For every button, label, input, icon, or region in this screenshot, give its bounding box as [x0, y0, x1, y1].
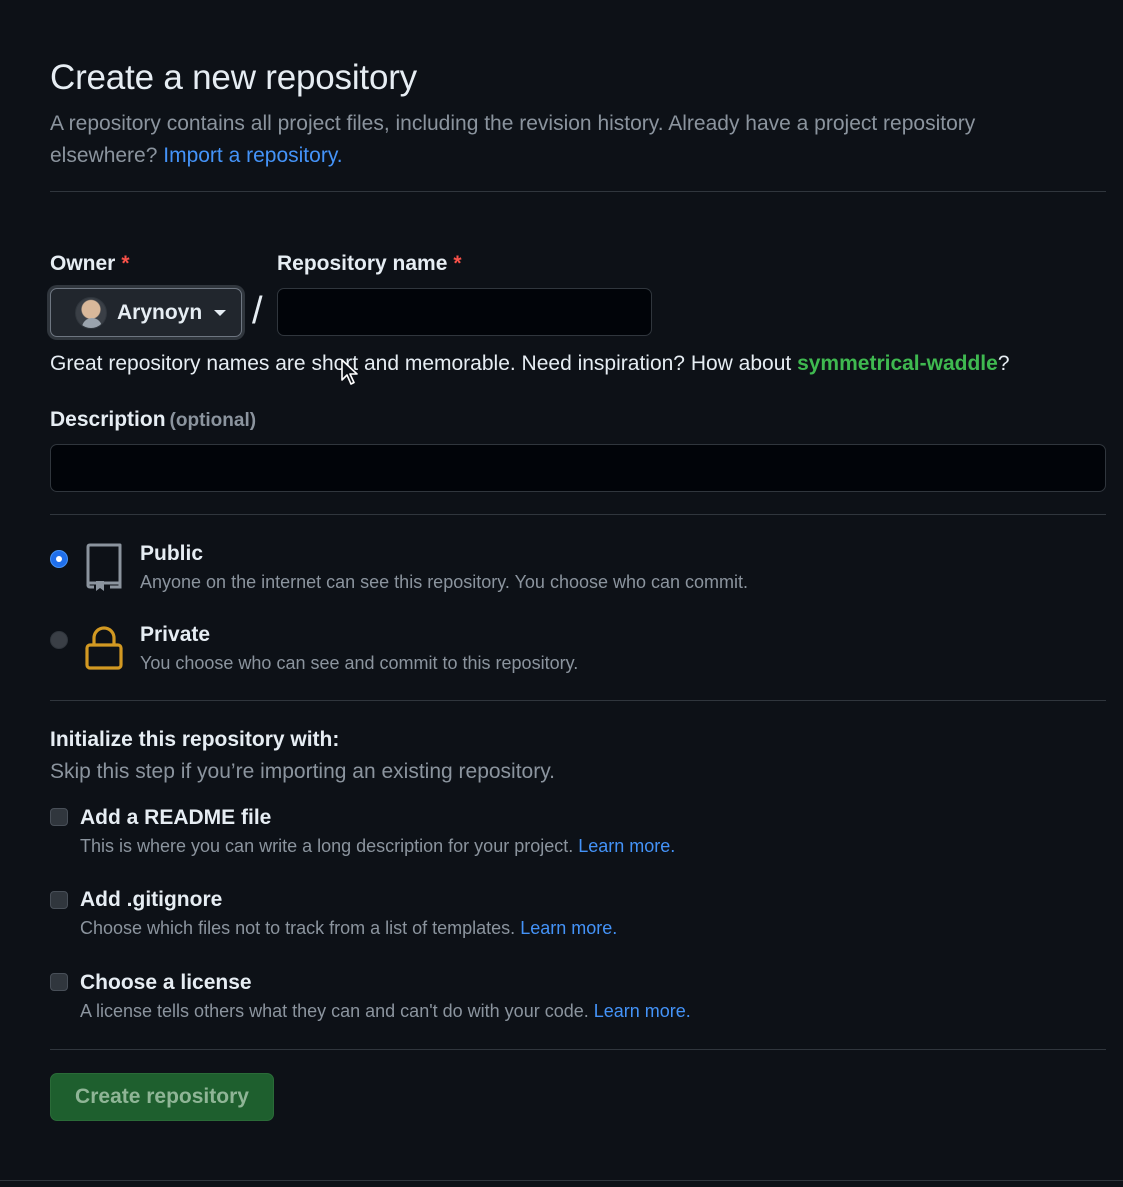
initialize-subtitle: Skip this step if you’re importing an ex… — [50, 760, 556, 783]
divider — [50, 700, 1106, 701]
repo-icon — [86, 543, 122, 591]
repository-name-help: Great repository names are short and mem… — [50, 352, 1010, 375]
visibility-private-title: Private — [140, 623, 211, 646]
page-intro: A repository contains all project files,… — [50, 108, 1060, 172]
visibility-private-description: You choose who can see and commit to thi… — [140, 653, 579, 673]
readme-checkbox[interactable] — [50, 808, 68, 826]
name-suggestion-link[interactable]: symmetrical-waddle — [797, 352, 998, 375]
create-repository-button[interactable]: Create repository — [50, 1073, 274, 1121]
visibility-public-description: Anyone on the internet can see this repo… — [140, 572, 749, 592]
owner-select-button[interactable]: Arynoyn — [50, 288, 242, 337]
mouse-cursor-icon — [341, 359, 358, 385]
required-mark: * — [453, 252, 462, 275]
caret-down-icon — [214, 309, 227, 316]
gitignore-learn-more-link[interactable]: Learn more. — [520, 918, 617, 938]
license-learn-more-link[interactable]: Learn more. — [594, 1001, 691, 1021]
page-bottom-border — [0, 1180, 1123, 1181]
description-label: Description (optional) — [50, 408, 257, 431]
license-description: A license tells others what they can and… — [80, 1001, 691, 1021]
import-repository-link[interactable]: Import a repository. — [163, 144, 342, 167]
required-mark: * — [121, 252, 130, 275]
optional-hint: (optional) — [169, 410, 257, 431]
gitignore-checkbox[interactable] — [50, 891, 68, 909]
page-title: Create a new repository — [50, 58, 417, 97]
visibility-public-radio[interactable] — [50, 550, 68, 568]
gitignore-title: Add .gitignore — [80, 888, 223, 911]
divider — [50, 1049, 1106, 1050]
avatar — [75, 296, 107, 329]
divider — [50, 514, 1106, 515]
owner-name: Arynoyn — [117, 300, 203, 324]
repository-name-input[interactable] — [277, 288, 652, 336]
page: Create a new repository A repository con… — [0, 0, 1123, 1187]
visibility-public-title: Public — [140, 542, 204, 565]
visibility-private-radio[interactable] — [50, 631, 68, 649]
readme-title: Add a README file — [80, 806, 272, 829]
readme-description: This is where you can write a long descr… — [80, 836, 676, 856]
gitignore-description: Choose which files not to track from a l… — [80, 918, 618, 938]
owner-repo-separator: / — [252, 290, 263, 332]
divider — [50, 191, 1106, 192]
description-input[interactable] — [50, 444, 1106, 492]
owner-label: Owner * — [50, 252, 130, 275]
lock-icon — [85, 626, 123, 670]
license-title: Choose a license — [80, 971, 252, 994]
license-checkbox[interactable] — [50, 973, 68, 991]
readme-learn-more-link[interactable]: Learn more. — [578, 836, 675, 856]
initialize-title: Initialize this repository with: — [50, 728, 340, 751]
repository-name-label: Repository name * — [277, 252, 462, 275]
